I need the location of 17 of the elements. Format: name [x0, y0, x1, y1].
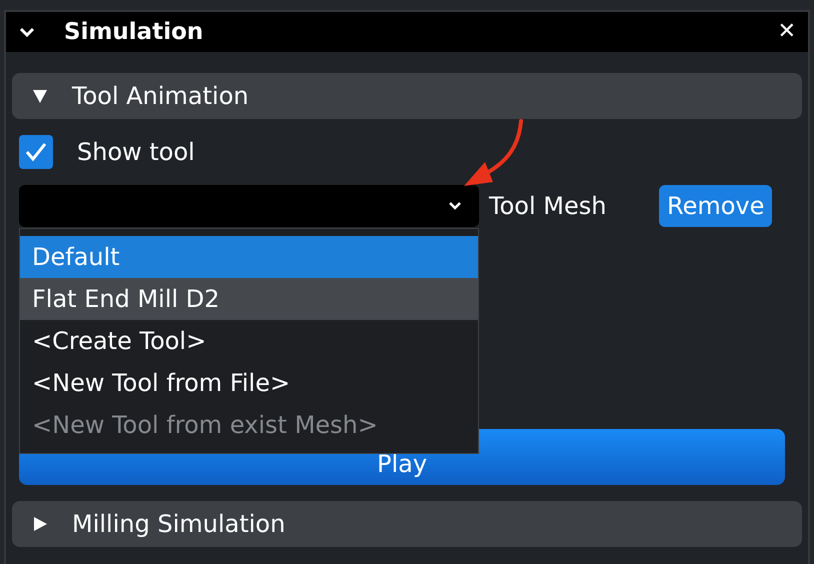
remove-button[interactable]: Remove	[659, 185, 772, 227]
section-header[interactable]: Tool Animation	[12, 73, 802, 119]
check-icon	[25, 142, 47, 162]
close-button[interactable]: ✕	[778, 21, 796, 43]
chevron-down-icon	[18, 26, 36, 38]
section-header[interactable]: Milling Simulation	[12, 501, 802, 547]
panel-title: Simulation	[64, 18, 204, 47]
triangle-down-icon	[32, 88, 48, 104]
checkbox[interactable]	[19, 135, 53, 169]
dropdown-option[interactable]: Default	[20, 236, 478, 278]
dropdown-option[interactable]: <New Tool from File>	[20, 362, 478, 404]
checkbox-label: Show tool	[77, 137, 195, 168]
tool-mesh-label: Tool Mesh	[489, 191, 608, 222]
chevron-down-icon	[448, 201, 462, 211]
dropdown-option[interactable]: Flat End Mill D2	[20, 278, 478, 320]
triangle-right-icon	[32, 516, 48, 532]
dropdown-option[interactable]: <Create Tool>	[20, 320, 478, 362]
